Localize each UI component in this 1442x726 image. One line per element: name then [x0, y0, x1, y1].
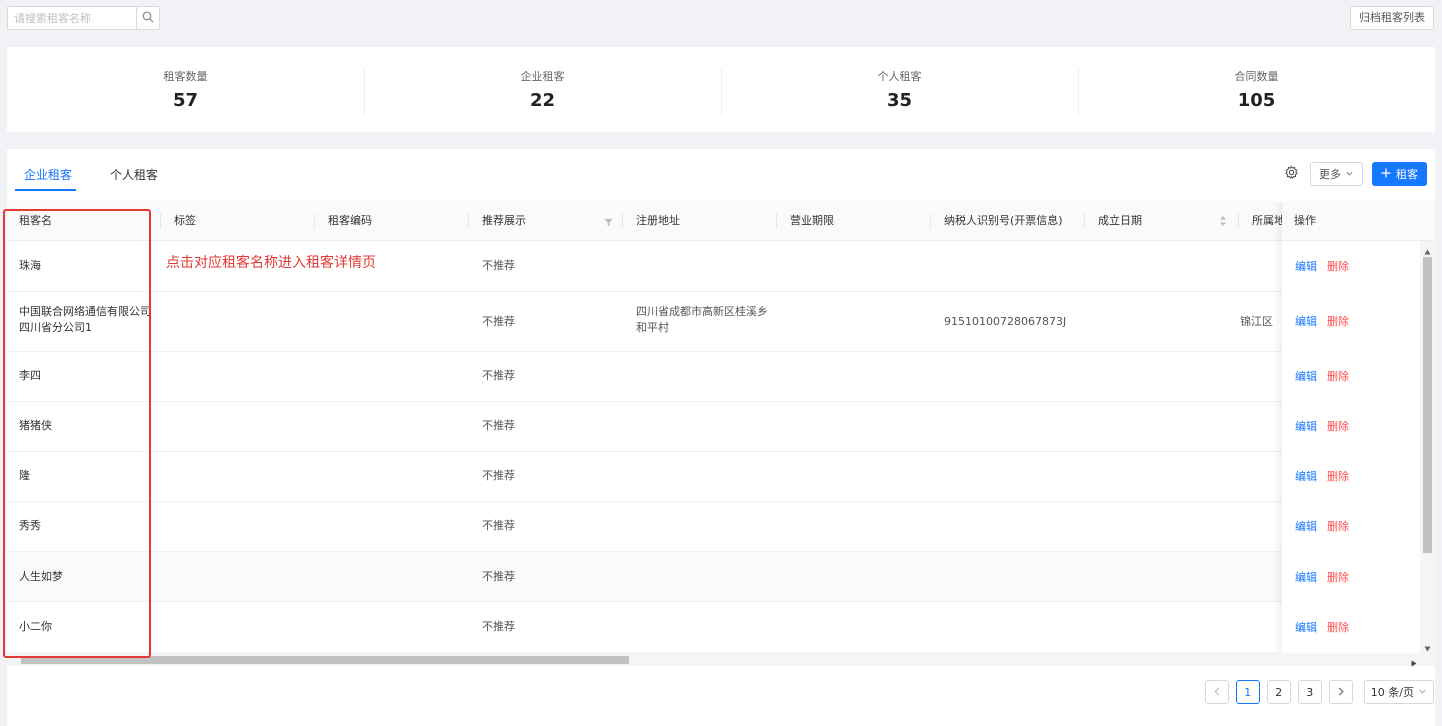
stat-tenant-count: 租客数量 57 — [7, 47, 364, 132]
col-business-term[interactable]: 营业期限 — [790, 201, 834, 241]
chevron-down-icon — [1345, 168, 1354, 181]
tax-id-value: 91510100728067873J — [944, 315, 1067, 328]
col-founded-date[interactable]: 成立日期 — [1098, 201, 1142, 241]
annotation-text: 点击对应租客名称进入租客详情页 — [166, 255, 376, 271]
tenant-panel: 企业租客 个人租客 更多 租客 租客名 标签 租客编码 推荐展示 注册地址 营业… — [7, 149, 1435, 726]
edit-link[interactable]: 编辑 — [1295, 569, 1317, 585]
tab-enterprise[interactable]: 企业租客 — [24, 166, 72, 183]
table-row: 隆 不推荐 — [7, 452, 1435, 502]
horizontal-scrollbar[interactable] — [7, 653, 1435, 667]
col-operations: 操作 — [1282, 201, 1420, 241]
filter-icon[interactable] — [604, 216, 613, 230]
recommend-value: 不推荐 — [482, 369, 515, 382]
table-row: 李四 不推荐 — [7, 352, 1435, 402]
recommend-value: 不推荐 — [482, 259, 515, 272]
stat-label: 租客数量 — [163, 70, 208, 83]
delete-link[interactable]: 删除 — [1327, 569, 1349, 585]
more-dropdown-button[interactable]: 更多 — [1310, 162, 1363, 186]
tab-active-indicator — [15, 189, 76, 191]
register-address-value: 四川省成都市高新区桂溪乡和平村 — [636, 305, 768, 334]
recommend-value: 不推荐 — [482, 315, 515, 328]
page-size-value: 10 条/页 — [1370, 686, 1414, 699]
add-tenant-button[interactable]: 租客 — [1372, 162, 1427, 186]
stat-label: 企业租客 — [520, 70, 565, 83]
search-icon — [142, 11, 154, 26]
gear-icon — [1284, 165, 1299, 183]
page-1-button[interactable]: 1 — [1235, 680, 1260, 704]
col-tags[interactable]: 标签 — [174, 201, 196, 241]
stat-contract-count: 合同数量 105 — [1078, 47, 1435, 132]
column-settings-button[interactable] — [1283, 165, 1299, 183]
table-toolbar: 更多 租客 — [1283, 162, 1427, 186]
edit-link[interactable]: 编辑 — [1295, 258, 1317, 274]
recommend-value: 不推荐 — [482, 570, 515, 583]
sort-icon[interactable] — [1219, 215, 1227, 230]
delete-link[interactable]: 删除 — [1327, 518, 1349, 534]
recommend-value: 不推荐 — [482, 620, 515, 633]
edit-link[interactable]: 编辑 — [1295, 619, 1317, 635]
operations-column: 操作 编辑 删除 编辑 删除 编辑 删除 编辑 删除 编辑 删除 编辑 删除 编… — [1282, 201, 1420, 653]
page-size-select[interactable]: 10 条/页 — [1363, 680, 1434, 704]
vertical-scrollbar[interactable] — [1420, 241, 1435, 653]
edit-link[interactable]: 编辑 — [1295, 468, 1317, 484]
stat-value: 57 — [172, 90, 199, 111]
col-tax-id[interactable]: 纳税人识别号(开票信息) — [944, 201, 1063, 241]
delete-link[interactable]: 删除 — [1327, 313, 1349, 329]
recommend-value: 不推荐 — [482, 519, 515, 532]
search-button[interactable] — [136, 7, 159, 29]
vertical-scroll-thumb[interactable] — [1423, 257, 1432, 553]
pagination: 1 2 3 10 条/页 — [1204, 680, 1434, 704]
table-header: 租客名 标签 租客编码 推荐展示 注册地址 营业期限 纳税人识别号(开票信息) … — [7, 201, 1435, 241]
page-3-button[interactable]: 3 — [1297, 680, 1322, 704]
scroll-down-icon[interactable] — [1424, 641, 1431, 653]
annotation-highlight-box — [3, 209, 151, 658]
stats-panel: 租客数量 57 企业租客 22 个人租客 35 合同数量 105 — [7, 47, 1435, 132]
more-label: 更多 — [1319, 168, 1341, 181]
table-row: 猪猪侠 不推荐 — [7, 402, 1435, 452]
chevron-down-icon — [1418, 686, 1427, 699]
prev-page-button[interactable] — [1204, 680, 1229, 704]
chevron-right-icon — [1337, 686, 1345, 699]
region-value: 锦江区 — [1240, 315, 1273, 328]
stat-value: 22 — [529, 90, 556, 111]
tab-personal[interactable]: 个人租客 — [110, 166, 158, 183]
recommend-value: 不推荐 — [482, 469, 515, 482]
stat-personal-count: 个人租客 35 — [721, 47, 1078, 132]
edit-link[interactable]: 编辑 — [1295, 368, 1317, 384]
table-row: 秀秀 不推荐 — [7, 502, 1435, 552]
page-2-button[interactable]: 2 — [1266, 680, 1291, 704]
recommend-value: 不推荐 — [482, 419, 515, 432]
archive-list-button[interactable]: 归档租客列表 — [1350, 6, 1434, 30]
edit-link[interactable]: 编辑 — [1295, 313, 1317, 329]
delete-link[interactable]: 删除 — [1327, 619, 1349, 635]
table-row: 人生如梦 不推荐 — [7, 552, 1435, 602]
table-row: 小二你 不推荐 — [7, 602, 1435, 653]
col-register-address[interactable]: 注册地址 — [636, 201, 680, 241]
col-tenant-code[interactable]: 租客编码 — [328, 201, 372, 241]
delete-link[interactable]: 删除 — [1327, 258, 1349, 274]
stat-value: 35 — [886, 90, 913, 111]
col-recommend[interactable]: 推荐展示 — [482, 201, 526, 241]
delete-link[interactable]: 删除 — [1327, 368, 1349, 384]
col-region[interactable]: 所属地 — [1252, 201, 1285, 241]
stat-enterprise-count: 企业租客 22 — [364, 47, 721, 132]
edit-link[interactable]: 编辑 — [1295, 418, 1317, 434]
table-row: 中国联合网络通信有限公司四川省分公司1 不推荐 四川省成都市高新区桂溪乡和平村 … — [7, 292, 1435, 352]
scroll-up-icon[interactable] — [1424, 244, 1431, 258]
search-input[interactable] — [8, 7, 136, 29]
chevron-left-icon — [1213, 686, 1221, 699]
stat-label: 个人租客 — [877, 70, 922, 83]
next-page-button[interactable] — [1328, 680, 1353, 704]
search-box — [7, 6, 160, 30]
top-bar: 归档租客列表 — [0, 0, 1442, 40]
stat-value: 105 — [1237, 90, 1276, 111]
delete-link[interactable]: 删除 — [1327, 468, 1349, 484]
stat-label: 合同数量 — [1234, 70, 1279, 83]
plus-icon — [1381, 168, 1391, 181]
delete-link[interactable]: 删除 — [1327, 418, 1349, 434]
tenant-tabs: 企业租客 个人租客 — [7, 149, 407, 193]
add-tenant-label: 租客 — [1396, 168, 1418, 181]
edit-link[interactable]: 编辑 — [1295, 518, 1317, 534]
scroll-right-icon[interactable] — [1411, 656, 1417, 670]
